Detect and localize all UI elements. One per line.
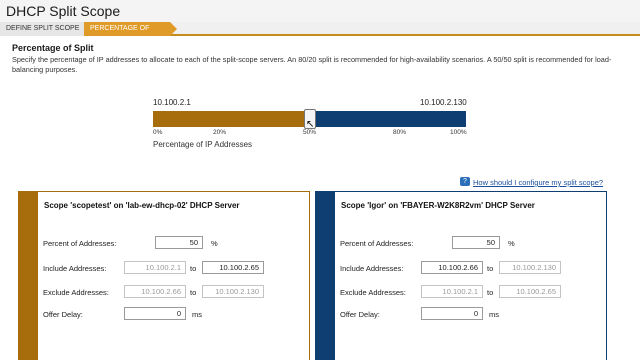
main-content: Percentage of Split Specify the percenta… [0, 38, 630, 360]
include-label: Include Addresses: [340, 264, 404, 273]
exclude-label: Exclude Addresses: [340, 288, 406, 297]
exclude-to-input [202, 285, 264, 298]
step-percentage-of-split[interactable]: PERCENTAGE OF SPLIT [84, 22, 177, 46]
scope-panel-right: Scope 'Igor' on 'FBAYER-W2K8R2vm' DHCP S… [315, 191, 607, 360]
include-from-input [124, 261, 186, 274]
tick-label: 80% [393, 129, 407, 136]
include-label: Include Addresses: [43, 264, 107, 273]
exclude-from-input [421, 285, 483, 298]
percent-input[interactable] [452, 236, 500, 249]
offer-delay-input[interactable] [421, 307, 483, 320]
percent-input[interactable] [155, 236, 203, 249]
wizard-steps: DEFINE SPLIT SCOPE PERCENTAGE OF SPLIT [0, 22, 640, 46]
scope-panel-left: Scope 'scopetest' on 'lab-ew-dhcp-02' DH… [18, 191, 310, 360]
percent-unit: % [508, 239, 515, 248]
title-bar: DHCP Split Scope [0, 0, 640, 22]
exclude-from-input [124, 285, 186, 298]
exclude-to-input [499, 285, 561, 298]
help-link[interactable]: How should I configure my split scope? [473, 178, 603, 187]
scope-title: Scope 'scopetest' on 'lab-ew-dhcp-02' DH… [44, 201, 240, 210]
to-label: to [487, 264, 494, 273]
to-label: to [190, 288, 197, 297]
include-to-input[interactable] [202, 261, 264, 274]
to-label: to [487, 288, 494, 297]
tick-label: 50% [303, 129, 317, 136]
exclude-label: Exclude Addresses: [43, 288, 109, 297]
percent-label: Percent of Addresses: [43, 239, 117, 248]
include-from-input[interactable] [421, 261, 483, 274]
offer-delay-unit: ms [192, 310, 202, 319]
page-title: DHCP Split Scope [6, 3, 121, 19]
step-define-split-scope[interactable]: DEFINE SPLIT SCOPE [0, 22, 84, 36]
section-description: Specify the percentage of IP addresses t… [12, 55, 612, 74]
offer-delay-unit: ms [489, 310, 499, 319]
slider-left-fill [153, 111, 310, 127]
include-to-input [499, 261, 561, 274]
slider-caption: Percentage of IP Addresses [153, 140, 253, 149]
offer-delay-input[interactable] [124, 307, 186, 320]
slider-left-ip: 10.100.2.1 [153, 98, 191, 107]
offer-delay-label: Offer Delay: [340, 310, 380, 319]
to-label: to [190, 264, 197, 273]
tick-label: 100% [450, 129, 467, 136]
tick-label: 20% [213, 129, 227, 136]
scope-title: Scope 'Igor' on 'FBAYER-W2K8R2vm' DHCP S… [341, 201, 535, 210]
tick-label: 0% [153, 129, 163, 136]
section-title: Percentage of Split [12, 43, 94, 53]
slider-right-fill [310, 111, 466, 127]
slider-ticks: 0% 20% 50% 80% 100% [153, 129, 467, 139]
slider-right-ip: 10.100.2.130 [420, 98, 467, 107]
offer-delay-label: Offer Delay: [43, 310, 83, 319]
percent-unit: % [211, 239, 218, 248]
percent-label: Percent of Addresses: [340, 239, 414, 248]
help-icon[interactable]: ? [460, 177, 470, 186]
